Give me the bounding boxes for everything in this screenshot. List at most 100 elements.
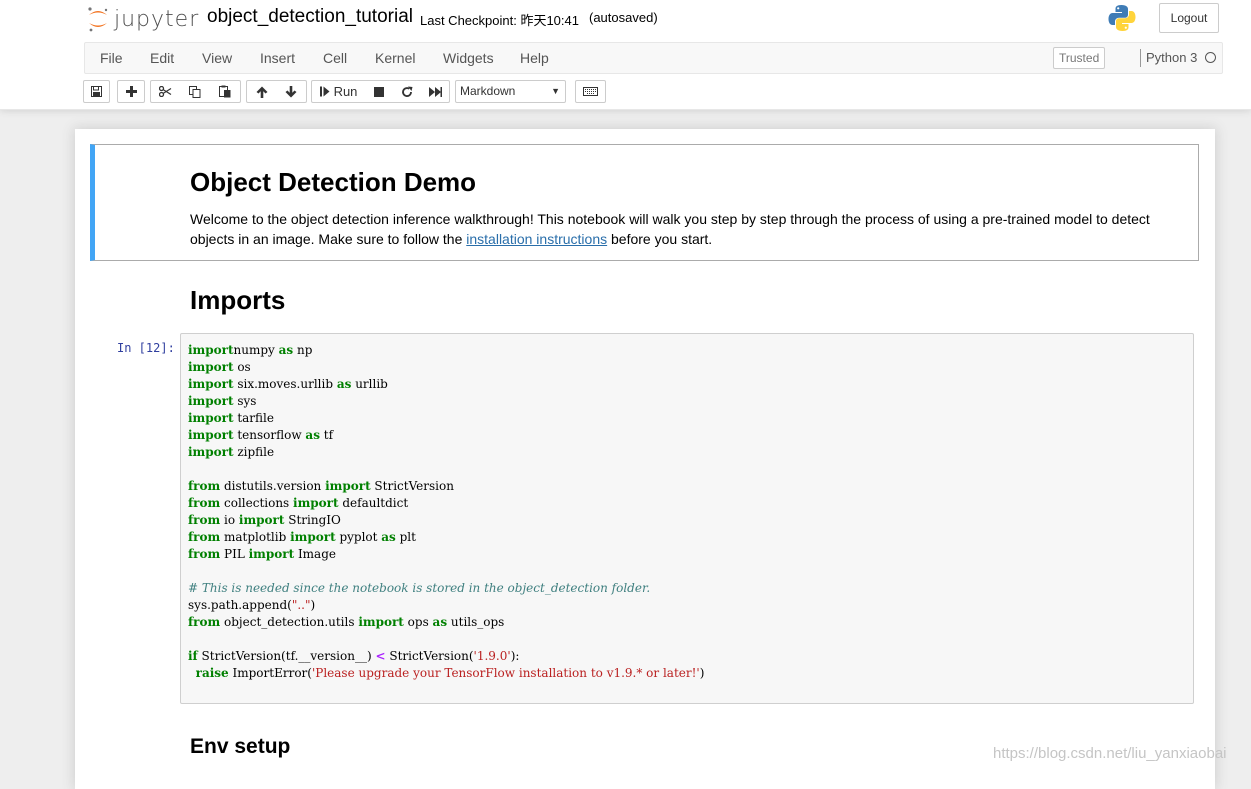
code-token: import <box>358 615 404 629</box>
trusted-indicator[interactable]: Trusted <box>1053 47 1106 69</box>
code-token: from <box>188 530 221 544</box>
code-token: collections <box>220 496 294 510</box>
menu-file[interactable]: File <box>100 50 123 66</box>
code-token: tensorflow <box>233 428 306 442</box>
run-label: Run <box>333 84 358 99</box>
code-token: StrictVersion <box>370 479 454 493</box>
save-icon <box>91 86 102 97</box>
code-token: tf <box>319 428 334 442</box>
jupyter-logo-icon <box>88 7 108 32</box>
code-token: import <box>293 496 339 510</box>
code-line: from io import StringIO <box>188 512 704 529</box>
code-line: import tarfile <box>188 410 704 427</box>
code-line: import tensorflow as tf <box>188 427 704 444</box>
code-token: import <box>188 428 234 442</box>
notebook-container: Object Detection Demo Welcome to the obj… <box>75 129 1215 789</box>
code-content[interactable]: importnumpy as np import os import six.mov… <box>188 342 704 682</box>
code-token: from <box>188 547 221 561</box>
code-line: importnumpy as np <box>188 342 704 359</box>
code-line: import os <box>188 359 704 376</box>
code-token: ".." <box>291 598 311 612</box>
plus-icon <box>125 86 137 97</box>
cut-button[interactable] <box>150 80 181 103</box>
interrupt-button[interactable] <box>365 80 394 103</box>
code-token: import <box>188 343 234 357</box>
restart-button[interactable] <box>393 80 422 103</box>
logout-button[interactable]: Logout <box>1159 3 1219 33</box>
code-token: io <box>220 513 239 527</box>
code-token: '1.9.0' <box>473 649 511 663</box>
code-token: sys <box>233 394 257 408</box>
restart-run-all-button[interactable] <box>421 80 450 103</box>
restart-icon <box>402 86 413 97</box>
code-token: from <box>188 496 221 510</box>
menubar: File Edit View Insert Cell Kernel Widget… <box>84 42 1223 74</box>
code-token: import <box>325 479 371 493</box>
header: jupyter object_detection_tutorial Last C… <box>0 0 1251 110</box>
command-palette-button[interactable] <box>575 80 606 103</box>
code-line: from object_detection.utils import ops a… <box>188 614 704 631</box>
installation-link[interactable]: installation instructions <box>466 231 607 247</box>
code-token: raise <box>195 666 229 680</box>
code-token: tarfile <box>233 411 274 425</box>
kernel-name[interactable]: Python 3 <box>1146 50 1197 65</box>
code-line: import six.moves.urllib as urllib <box>188 376 704 393</box>
code-token: numpy <box>233 343 279 357</box>
code-line: from PIL import Image <box>188 546 704 563</box>
code-line: from distutils.version import StrictVers… <box>188 478 704 495</box>
code-line: # This is needed since the notebook is s… <box>188 580 704 597</box>
code-cell-editor[interactable]: importnumpy as np import os import six.mov… <box>180 333 1194 704</box>
code-token: 'Please upgrade your TensorFlow installa… <box>311 666 700 680</box>
code-line: import zipfile <box>188 444 704 461</box>
code-token: urllib <box>351 377 388 391</box>
copy-icon <box>189 85 201 98</box>
code-token: import <box>188 445 234 459</box>
scissors-icon <box>159 86 172 97</box>
menu-edit[interactable]: Edit <box>150 50 174 66</box>
menu-insert[interactable]: Insert <box>260 50 295 66</box>
keyboard-icon <box>583 87 598 96</box>
move-down-button[interactable] <box>276 80 307 103</box>
move-up-button[interactable] <box>246 80 277 103</box>
code-line: sys.path.append("..") <box>188 597 704 614</box>
code-line: from matplotlib import pyplot as plt <box>188 529 704 546</box>
code-token: plt <box>395 530 416 544</box>
paste-button[interactable] <box>210 80 241 103</box>
menu-view[interactable]: View <box>202 50 232 66</box>
code-line: import sys <box>188 393 704 410</box>
code-token: from <box>188 513 221 527</box>
menu-help[interactable]: Help <box>520 50 549 66</box>
code-token: as <box>336 377 352 391</box>
code-token: os <box>233 360 251 374</box>
code-token: ): <box>510 649 520 663</box>
save-button[interactable] <box>83 80 110 103</box>
menu-cell[interactable]: Cell <box>323 50 347 66</box>
code-line: if StrictVersion(tf.__version__) < Stric… <box>188 648 704 665</box>
cell-type-value: Markdown <box>460 84 516 98</box>
intro-paragraph: Welcome to the object detection inferenc… <box>190 209 1170 249</box>
code-token: as <box>305 428 320 442</box>
code-token: defaultdict <box>338 496 409 510</box>
fast-forward-icon <box>428 86 442 97</box>
code-line: raise ImportError('Please upgrade your T… <box>188 665 705 682</box>
cell-type-select[interactable]: Markdown ▼ <box>455 80 566 103</box>
notebook-name[interactable]: object_detection_tutorial <box>207 6 413 28</box>
python-logo-icon <box>1108 5 1136 31</box>
code-token: StrictVersion( <box>385 649 474 663</box>
jupyter-logo[interactable]: jupyter <box>86 5 199 33</box>
code-token: ops <box>403 615 433 629</box>
copy-button[interactable] <box>180 80 211 103</box>
logo-text: jupyter <box>114 6 200 32</box>
code-token: import <box>238 513 285 527</box>
code-token: ) <box>699 666 705 680</box>
run-button[interactable]: Run <box>311 80 366 103</box>
menu-kernel[interactable]: Kernel <box>375 50 415 66</box>
menu-widgets[interactable]: Widgets <box>443 50 494 66</box>
insert-cell-button[interactable] <box>117 80 145 103</box>
arrow-down-icon <box>285 85 297 97</box>
code-token: utils_ops <box>447 615 505 629</box>
